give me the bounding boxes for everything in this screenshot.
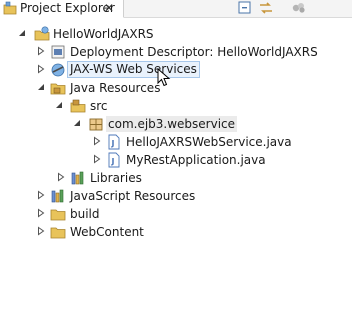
tree-item-javascript-resources[interactable]: JavaScript Resources [0, 187, 352, 205]
javascript-resources-icon [50, 188, 66, 204]
tree-item-label: HelloJAXRSWebService.java [126, 135, 292, 149]
view-menu-icon[interactable] [291, 1, 307, 15]
tree-item-jaxws-web-services[interactable]: JAX-WS Web Services [0, 61, 352, 87]
tree-item-label: Deployment Descriptor: HelloWorldJAXRS [70, 45, 318, 59]
tree-item-build[interactable]: build [0, 205, 352, 223]
tree-item-java-resources[interactable]: Java Resources [0, 79, 352, 97]
expanded-arrow-icon[interactable] [17, 28, 27, 38]
tree-item-deployment-descriptor[interactable]: Deployment Descriptor: HelloWorldJAXRS [0, 43, 352, 61]
package-icon [88, 116, 104, 132]
tree-item-webcontent[interactable]: WebContent [0, 223, 352, 241]
libraries-icon [70, 170, 86, 186]
collapsed-arrow-icon[interactable] [92, 154, 102, 164]
deployment-descriptor-icon [50, 44, 66, 60]
tree-item-label: Libraries [90, 171, 142, 185]
collapsed-arrow-icon[interactable] [36, 226, 46, 236]
tree-item-label: Java Resources [70, 81, 161, 95]
tree-item-project[interactable]: HelloWorldJAXRS [0, 25, 352, 43]
close-icon[interactable]: ✕ [104, 0, 114, 16]
tree-item-src[interactable]: src [0, 97, 352, 115]
tab-label: Project Explorer [20, 1, 115, 15]
tree-item-java-file[interactable]: J MyRestApplication.java [0, 151, 352, 169]
tree-item-label: WebContent [70, 225, 144, 239]
expanded-arrow-icon[interactable] [72, 118, 82, 128]
tree-item-label: com.ejb3.webservice [106, 116, 238, 132]
folder-icon [50, 224, 66, 240]
project-tree: HelloWorldJAXRS Deployment Descriptor: H… [0, 18, 352, 312]
collapse-all-icon[interactable] [237, 1, 253, 15]
svg-text:J: J [111, 157, 115, 166]
svg-text:J: J [111, 139, 115, 148]
collapsed-arrow-icon[interactable] [36, 190, 46, 200]
collapsed-arrow-icon[interactable] [56, 172, 66, 182]
expanded-arrow-icon[interactable] [36, 82, 46, 92]
folder-icon [50, 206, 66, 222]
tree-item-package[interactable]: com.ejb3.webservice [0, 115, 352, 133]
tree-item-label: build [70, 207, 100, 221]
collapsed-arrow-icon[interactable] [92, 136, 102, 146]
tree-item-java-file[interactable]: J HelloJAXRSWebService.java [0, 133, 352, 151]
collapsed-arrow-icon[interactable] [36, 208, 46, 218]
view-header: Project Explorer ✕ [0, 0, 352, 18]
java-resources-icon [50, 80, 66, 96]
java-file-icon: J [106, 134, 122, 150]
web-project-icon [34, 26, 50, 42]
web-services-icon [50, 62, 66, 78]
tab-project-explorer[interactable]: Project Explorer ✕ [0, 0, 124, 18]
tree-item-label: MyRestApplication.java [126, 153, 266, 167]
tree-item-label: JAX-WS Web Services [67, 61, 200, 78]
collapsed-arrow-icon[interactable] [36, 64, 46, 74]
tree-item-label: HelloWorldJAXRS [53, 27, 154, 41]
link-with-editor-icon[interactable] [258, 1, 274, 15]
expanded-arrow-icon[interactable] [54, 100, 64, 110]
tree-item-label: src [90, 99, 108, 113]
source-folder-icon [70, 98, 86, 114]
collapsed-arrow-icon[interactable] [36, 46, 46, 56]
project-explorer-icon [3, 1, 17, 15]
java-file-icon: J [106, 152, 122, 168]
tree-item-libraries[interactable]: Libraries [0, 169, 352, 187]
tree-item-label: JavaScript Resources [70, 189, 196, 203]
